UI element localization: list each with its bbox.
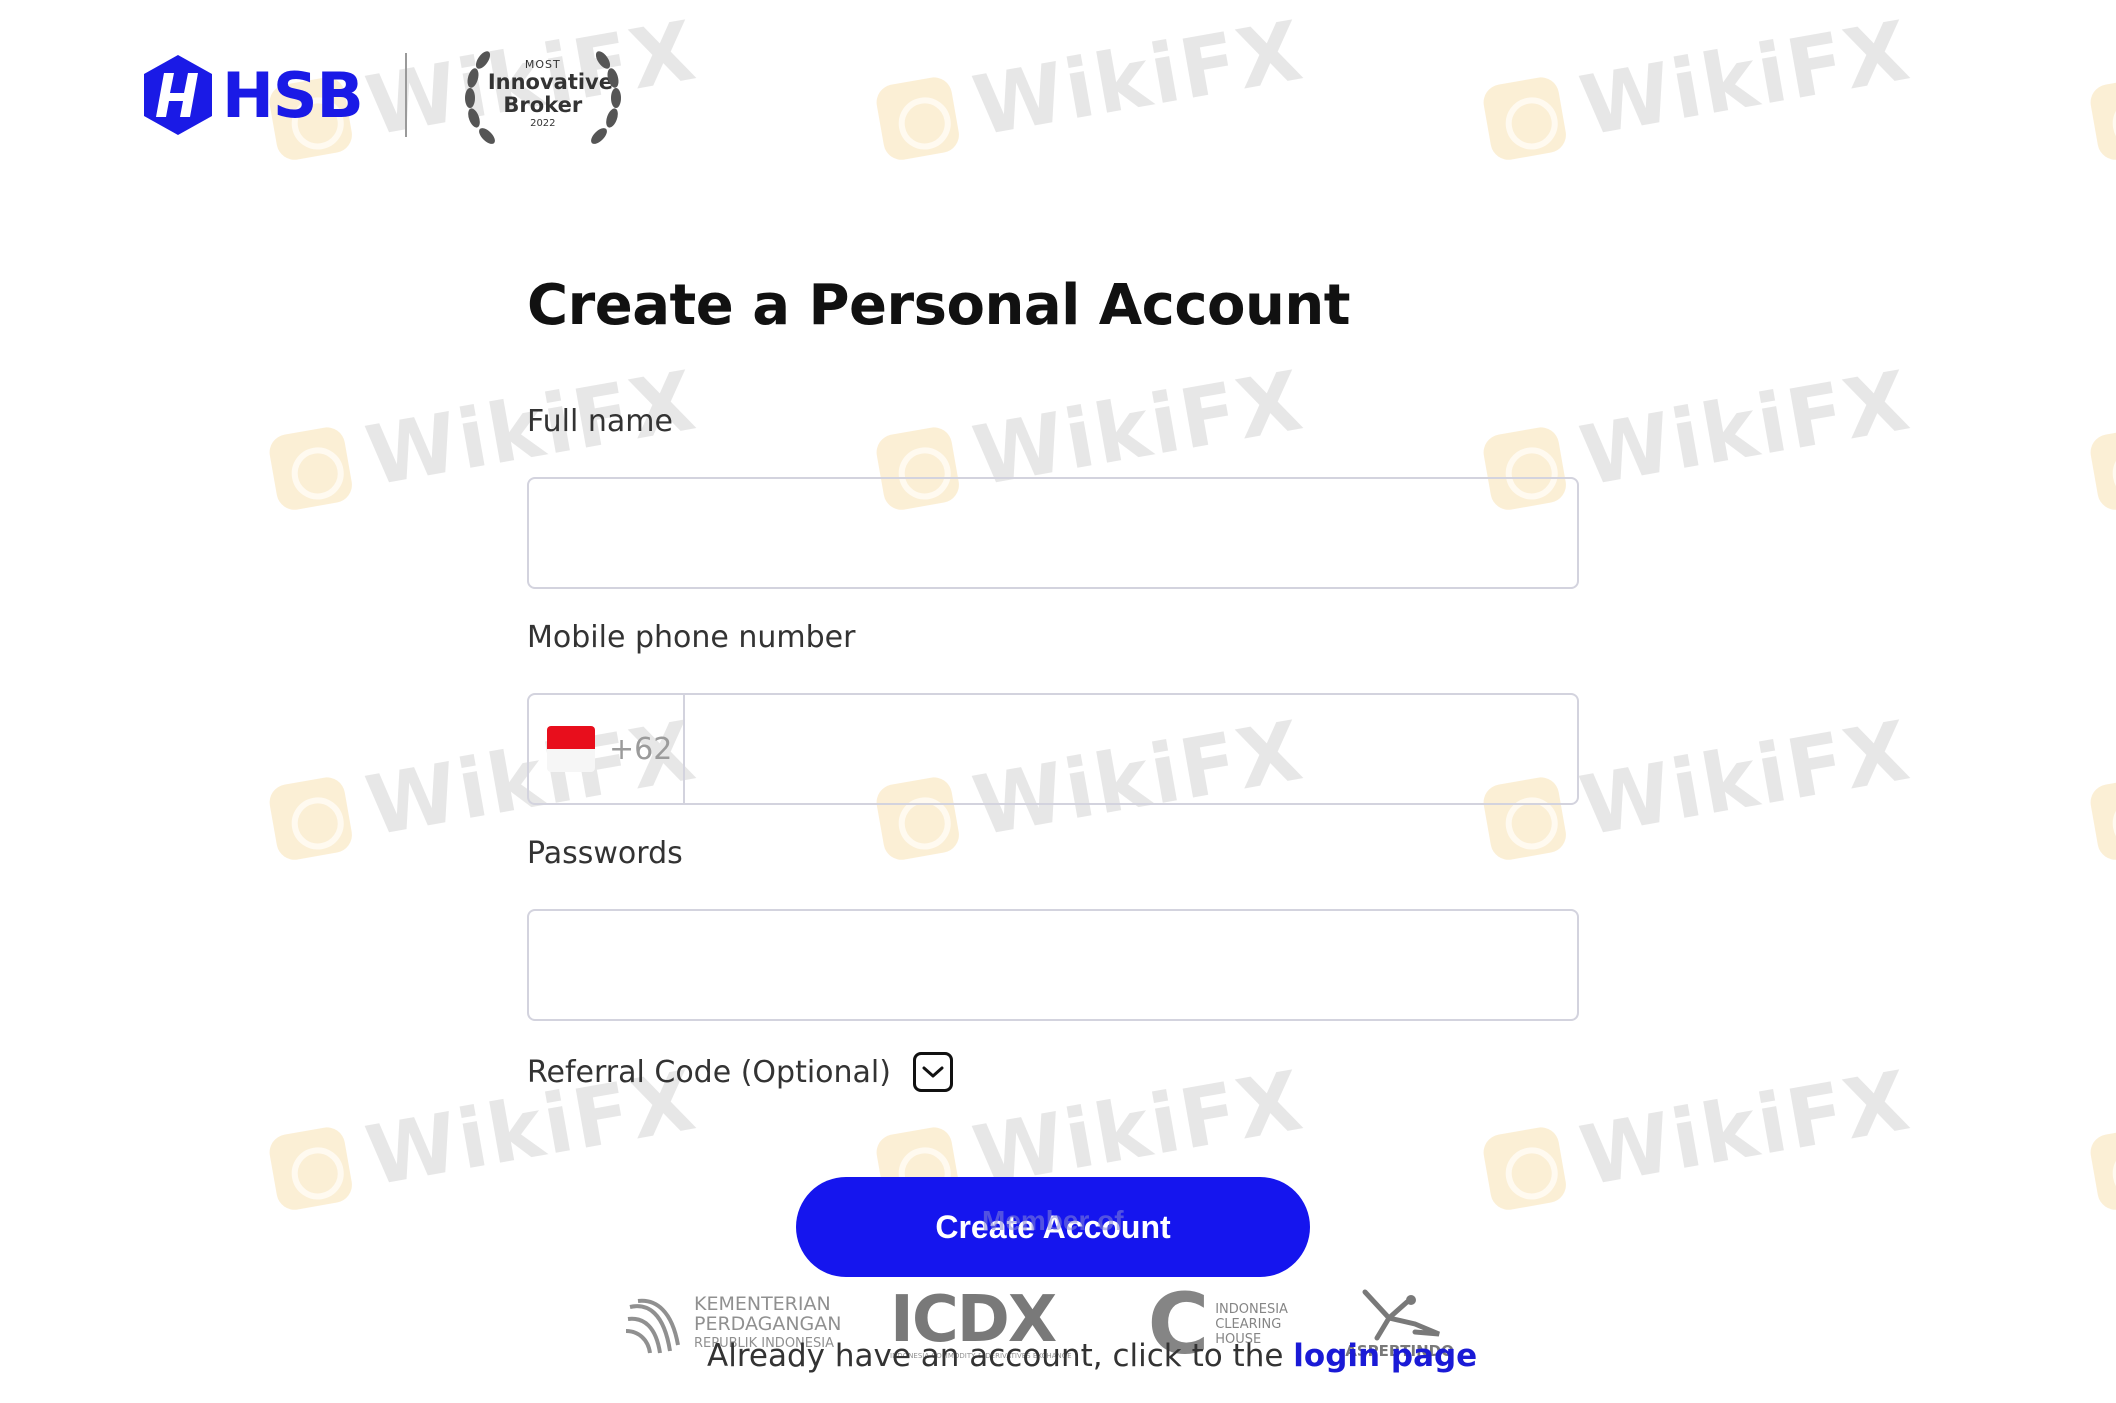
- login-page-link[interactable]: login page: [1293, 1338, 1477, 1374]
- laurel-icon: [464, 51, 621, 144]
- brand-name[interactable]: HSB: [222, 59, 364, 132]
- login-prompt: Already have an account, click to the lo…: [707, 1338, 1477, 1374]
- phone-label: Mobile phone number: [527, 620, 856, 655]
- kemendag-emblem-icon: [625, 1298, 680, 1354]
- dial-code: +62: [609, 731, 673, 767]
- kemendag-name: KEMENTERIAN PERDAGANGAN: [694, 1293, 842, 1335]
- phone-field: +62: [527, 693, 1579, 805]
- password-input[interactable]: [527, 909, 1579, 1021]
- referral-toggle[interactable]: Referral Code (Optional): [527, 1052, 953, 1092]
- wikifx-watermark: WikiFX: [872, 4, 1310, 172]
- wikifx-logo-icon: [266, 1124, 355, 1213]
- watermark-text: WikiFX: [1573, 703, 1918, 855]
- header-divider: [404, 53, 407, 137]
- wikifx-logo-icon: [266, 774, 355, 863]
- watermark-text: WikiFX: [1573, 3, 1918, 155]
- wikifx-watermark: WikiFX: [2086, 354, 2116, 522]
- wikifx-watermark: WikiFX: [1479, 1054, 1917, 1222]
- wikifx-watermark: WikiFX: [2086, 704, 2116, 872]
- watermark-text: WikiFX: [1573, 353, 1918, 505]
- wikifx-logo-icon: [1480, 74, 1569, 163]
- wikifx-logo-icon: [2087, 424, 2116, 513]
- award-badge: MOST Innovative Broker 2022: [453, 30, 633, 160]
- indonesia-flag-icon: [547, 726, 595, 772]
- header: HSB MOST Innovative Broker 2022: [140, 50, 633, 144]
- wikifx-watermark: WikiFX: [2086, 4, 2116, 172]
- password-label: Passwords: [527, 836, 683, 871]
- signup-form: Create a Personal Account Full name Mobi…: [527, 270, 1579, 1092]
- wikifx-logo-icon: [2087, 74, 2116, 163]
- phone-input[interactable]: [685, 695, 1577, 803]
- login-prompt-text: Already have an account, click to the: [707, 1338, 1294, 1374]
- wikifx-logo-icon: [873, 74, 962, 163]
- aspebtindo-figure-icon: [1362, 1289, 1440, 1341]
- referral-label: Referral Code (Optional): [527, 1054, 891, 1090]
- full-name-input[interactable]: [527, 477, 1579, 589]
- page-title: Create a Personal Account: [527, 273, 1351, 338]
- wikifx-logo-icon: [1480, 1124, 1569, 1213]
- chevron-down-icon[interactable]: [912, 1052, 953, 1092]
- full-name-label: Full name: [527, 404, 673, 439]
- wikifx-logo-icon: [2087, 774, 2116, 863]
- country-code-select[interactable]: +62: [529, 695, 685, 803]
- create-account-button[interactable]: Create Account: [796, 1177, 1310, 1277]
- wikifx-logo-icon: [266, 424, 355, 513]
- watermark-text: WikiFX: [1573, 1053, 1918, 1205]
- wikifx-watermark: WikiFX: [2086, 1054, 2116, 1222]
- watermark-text: WikiFX: [966, 3, 1311, 155]
- hsb-logo-icon[interactable]: [140, 53, 216, 137]
- wikifx-logo-icon: [2087, 1124, 2116, 1213]
- wikifx-watermark: WikiFX: [1479, 4, 1917, 172]
